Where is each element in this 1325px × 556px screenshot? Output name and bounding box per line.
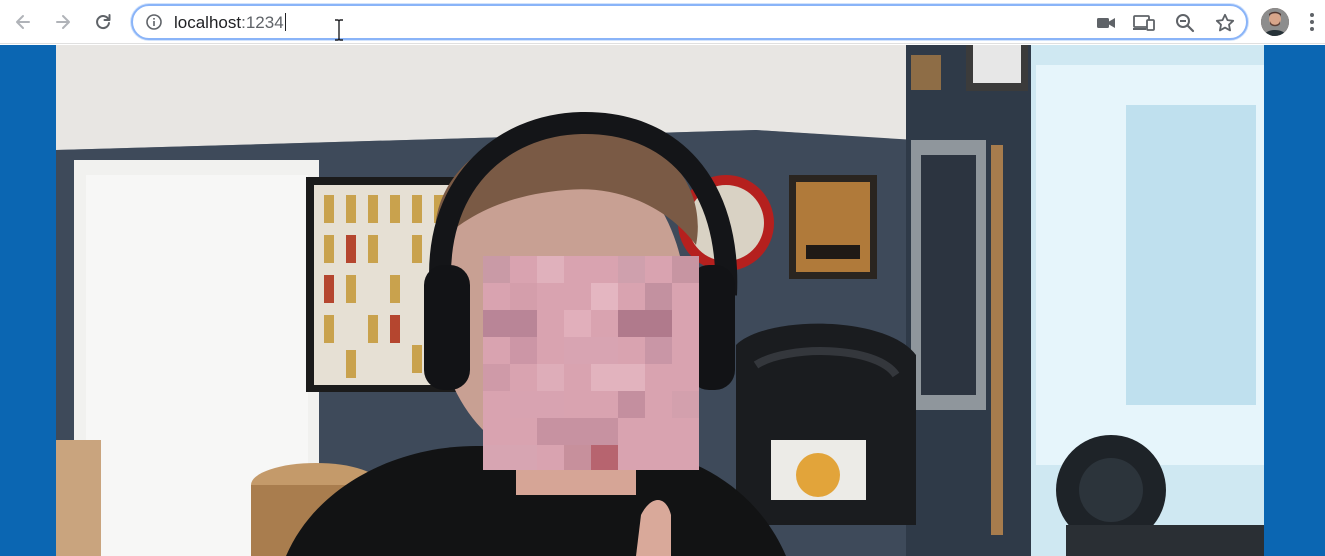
bookmark-button[interactable] bbox=[1214, 12, 1236, 34]
zoom-out-icon bbox=[1176, 14, 1195, 33]
text-caret bbox=[284, 13, 286, 31]
profile-avatar[interactable] bbox=[1261, 8, 1289, 36]
zoom-button[interactable] bbox=[1174, 12, 1196, 34]
arrow-left-icon bbox=[16, 15, 30, 29]
url-host: localhost bbox=[174, 13, 242, 32]
info-icon[interactable] bbox=[145, 13, 163, 31]
camera-button[interactable] bbox=[1095, 12, 1117, 34]
back-button[interactable] bbox=[8, 7, 38, 37]
browser-toolbar: localhost:1234 bbox=[0, 0, 1325, 44]
url-text[interactable]: localhost:1234 bbox=[174, 13, 286, 33]
star-icon bbox=[1215, 13, 1235, 32]
reload-icon bbox=[96, 14, 111, 30]
video-camera-icon bbox=[1097, 18, 1115, 28]
url-port: :1234 bbox=[241, 13, 284, 32]
reload-button[interactable] bbox=[88, 7, 118, 37]
page-content bbox=[0, 45, 1325, 556]
browser-menu-button[interactable] bbox=[1305, 10, 1319, 34]
cast-icon bbox=[1133, 15, 1155, 31]
avatar-image bbox=[1261, 8, 1289, 36]
forward-button[interactable] bbox=[48, 7, 78, 37]
kebab-menu-icon bbox=[1310, 13, 1314, 31]
webcam-video bbox=[56, 45, 1264, 556]
address-bar[interactable]: localhost:1234 bbox=[131, 4, 1248, 40]
video-frame bbox=[56, 45, 1264, 556]
arrow-right-icon bbox=[56, 15, 70, 29]
cast-button[interactable] bbox=[1133, 12, 1155, 34]
text-cursor-icon bbox=[335, 19, 343, 41]
